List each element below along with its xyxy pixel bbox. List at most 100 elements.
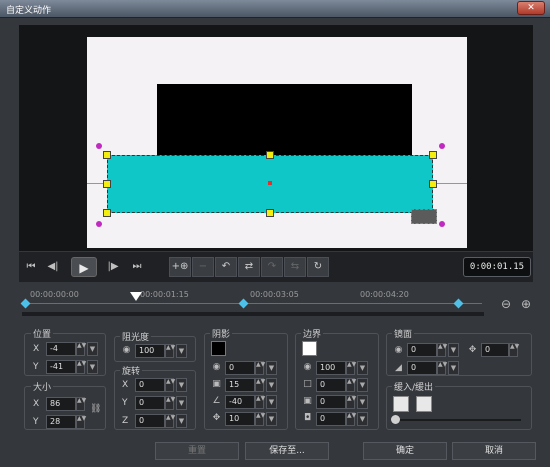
ease-out-button[interactable] xyxy=(416,396,432,412)
rotation-y-field[interactable]: 0 xyxy=(135,396,165,410)
previous-keyframe-icon[interactable]: ↷ xyxy=(261,257,283,277)
shadow-angle-field[interactable]: -40 xyxy=(225,395,255,409)
border-opacity-dropdown[interactable]: ▼ xyxy=(357,361,368,375)
border-blur-icon: ▣ xyxy=(303,396,312,406)
position-x-spinner[interactable]: ▲▼ xyxy=(76,342,86,356)
handle-bottom-center[interactable] xyxy=(266,209,274,217)
handle-top-center[interactable] xyxy=(266,151,274,159)
shadow-blur-field[interactable]: 15 xyxy=(225,378,255,392)
cancel-button[interactable]: 取消 xyxy=(452,442,536,460)
shadow-distance-spinner[interactable]: ▲▼ xyxy=(255,412,265,426)
go-to-start-icon[interactable]: ⏮ xyxy=(22,257,40,277)
ease-in-button[interactable] xyxy=(393,396,409,412)
handle-top-right[interactable] xyxy=(429,151,437,159)
shadow-color-swatch[interactable] xyxy=(211,341,226,356)
shadow-opacity-dropdown[interactable]: ▼ xyxy=(266,361,277,375)
border-third-field[interactable]: 0 xyxy=(316,412,346,426)
shadow-angle-dropdown[interactable]: ▼ xyxy=(266,395,277,409)
opacity-field[interactable]: 100 xyxy=(135,344,165,358)
rotate-handle-top-right[interactable] xyxy=(439,143,445,149)
border-opacity-spinner[interactable]: ▲▼ xyxy=(346,361,356,375)
shadow-handle[interactable] xyxy=(411,209,437,224)
border-width-field[interactable]: 0 xyxy=(316,378,346,392)
shadow-blur-spinner[interactable]: ▲▼ xyxy=(255,378,265,392)
zoom-out-icon[interactable]: ⊖ xyxy=(499,298,513,310)
rotation-z-dropdown[interactable]: ▼ xyxy=(176,414,187,428)
swap-keyframe-icon[interactable]: ⇄ xyxy=(238,257,260,277)
border-blur-field[interactable]: 0 xyxy=(316,395,346,409)
timeline-scrollbar[interactable] xyxy=(22,312,484,316)
save-to-button[interactable]: 保存至... xyxy=(245,442,329,460)
handle-top-left[interactable] xyxy=(103,151,111,159)
size-x-field[interactable]: 86 xyxy=(46,397,76,411)
mirror-gap-field[interactable]: 0 xyxy=(407,361,437,375)
size-y-spinner[interactable]: ▲▼ xyxy=(76,415,86,429)
go-to-end-icon[interactable]: ⏭ xyxy=(128,257,146,277)
zoom-in-icon[interactable]: ⊕ xyxy=(519,298,533,310)
shadow-angle-spinner[interactable]: ▲▼ xyxy=(255,395,265,409)
shadow-distance-icon: ✥ xyxy=(212,413,221,423)
border-blur-spinner[interactable]: ▲▼ xyxy=(346,395,356,409)
shadow-blur-dropdown[interactable]: ▼ xyxy=(266,378,277,392)
add-keyframe-icon[interactable]: +⊕ xyxy=(169,257,191,277)
rotate-handle-bottom-left[interactable] xyxy=(96,221,102,227)
border-third-spinner[interactable]: ▲▼ xyxy=(346,412,356,426)
mirror-opacity-dropdown[interactable]: ▼ xyxy=(448,343,459,357)
rotate-handle-bottom-right[interactable] xyxy=(439,221,445,227)
playhead-marker[interactable] xyxy=(130,292,142,301)
rotation-z-spinner[interactable]: ▲▼ xyxy=(165,414,175,428)
position-y-dropdown[interactable]: ▼ xyxy=(87,360,98,374)
mirror-opacity-spinner[interactable]: ▲▼ xyxy=(437,343,447,357)
border-width-dropdown[interactable]: ▼ xyxy=(357,378,368,392)
next-keyframe-icon[interactable]: ⇆ xyxy=(284,257,306,277)
ruler-tick: 00:00:03:05 xyxy=(250,290,299,299)
previous-frame-icon[interactable]: ◀| xyxy=(44,257,62,277)
rotation-x-spinner[interactable]: ▲▼ xyxy=(165,378,175,392)
border-width-spinner[interactable]: ▲▼ xyxy=(346,378,356,392)
rotation-x-field[interactable]: 0 xyxy=(135,378,165,392)
size-y-field[interactable]: 28 xyxy=(46,415,76,429)
ease-label: 缓入/缓出 xyxy=(392,380,436,393)
shadow-opacity-spinner[interactable]: ▲▼ xyxy=(255,361,265,375)
reset-button[interactable]: 重置 xyxy=(155,442,239,460)
handle-middle-left[interactable] xyxy=(103,180,111,188)
border-opacity-field[interactable]: 100 xyxy=(316,361,346,375)
close-button[interactable]: ✕ xyxy=(517,1,545,15)
rotation-y-spinner[interactable]: ▲▼ xyxy=(165,396,175,410)
position-y-spinner[interactable]: ▲▼ xyxy=(76,360,86,374)
handle-middle-right[interactable] xyxy=(429,180,437,188)
rotation-y-dropdown[interactable]: ▼ xyxy=(176,396,187,410)
shadow-distance-field[interactable]: 10 xyxy=(225,412,255,426)
mirror-offset-field[interactable]: 0 xyxy=(481,343,509,357)
timecode-display[interactable]: 0:00:01.15 xyxy=(463,257,531,277)
opacity-spinner[interactable]: ▲▼ xyxy=(165,344,175,358)
border-third-dropdown[interactable]: ▼ xyxy=(357,412,368,426)
size-x-spinner[interactable]: ▲▼ xyxy=(76,397,86,411)
position-x-dropdown[interactable]: ▼ xyxy=(87,342,98,356)
mirror-gap-spinner[interactable]: ▲▼ xyxy=(437,361,447,375)
anchor-point[interactable] xyxy=(268,181,272,185)
position-y-field[interactable]: -41 xyxy=(46,360,76,374)
border-color-swatch[interactable] xyxy=(302,341,317,356)
handle-bottom-left[interactable] xyxy=(103,209,111,217)
link-icon[interactable]: ⛓ xyxy=(90,404,101,415)
rotate-keyframe-icon[interactable]: ↻ xyxy=(307,257,329,277)
remove-keyframe-icon[interactable]: − xyxy=(192,257,214,277)
border-blur-dropdown[interactable]: ▼ xyxy=(357,395,368,409)
ok-button[interactable]: 确定 xyxy=(363,442,447,460)
next-frame-icon[interactable]: |▶ xyxy=(104,257,122,277)
mirror-offset-spinner[interactable]: ▲▼ xyxy=(509,343,519,357)
rotation-z-field[interactable]: 0 xyxy=(135,414,165,428)
shadow-opacity-field[interactable]: 0 xyxy=(225,361,255,375)
mirror-opacity-field[interactable]: 0 xyxy=(407,343,437,357)
play-icon[interactable]: ▶ xyxy=(71,257,97,277)
rotate-handle-top-left[interactable] xyxy=(96,143,102,149)
rotation-x-dropdown[interactable]: ▼ xyxy=(176,378,187,392)
opacity-dropdown[interactable]: ▼ xyxy=(176,344,187,358)
shadow-distance-dropdown[interactable]: ▼ xyxy=(266,412,277,426)
reverse-keyframe-icon[interactable]: ↶ xyxy=(215,257,237,277)
ease-slider-track[interactable] xyxy=(393,419,521,421)
ease-slider-thumb[interactable] xyxy=(391,415,400,424)
position-x-field[interactable]: -4 xyxy=(46,342,76,356)
mirror-gap-dropdown[interactable]: ▼ xyxy=(448,361,459,375)
